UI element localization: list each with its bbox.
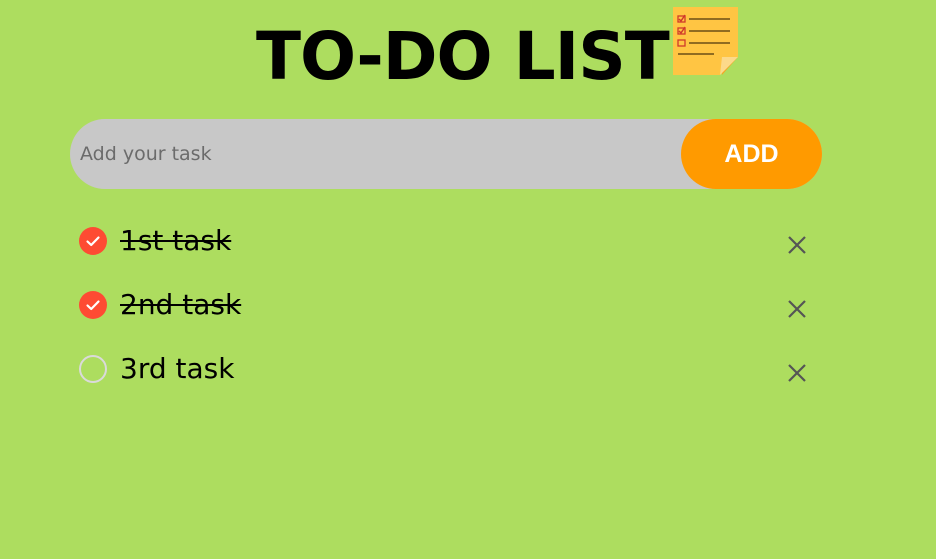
list-item[interactable]: 2nd task (78, 276, 822, 340)
unchecked-circle-icon[interactable] (79, 355, 107, 383)
task-input[interactable] (80, 119, 670, 189)
add-task-bar: ADD (70, 119, 822, 189)
task-label: 2nd task (120, 288, 242, 321)
checked-circle-icon[interactable] (79, 227, 107, 255)
list-item[interactable]: 1st task (78, 212, 822, 276)
add-button[interactable]: ADD (681, 119, 822, 189)
sticky-note-icon (673, 7, 738, 75)
todo-app: TO-DO LIST ADD 1st task (0, 0, 936, 559)
task-label: 3rd task (120, 352, 235, 385)
task-list: 1st task 2nd task 3rd task (78, 212, 822, 404)
close-icon[interactable] (784, 360, 810, 386)
task-label: 1st task (120, 224, 232, 257)
header: TO-DO LIST (0, 0, 936, 110)
list-item[interactable]: 3rd task (78, 340, 822, 404)
close-icon[interactable] (784, 232, 810, 258)
close-icon[interactable] (784, 296, 810, 322)
checked-circle-icon[interactable] (79, 291, 107, 319)
page-title: TO-DO LIST (256, 18, 670, 95)
